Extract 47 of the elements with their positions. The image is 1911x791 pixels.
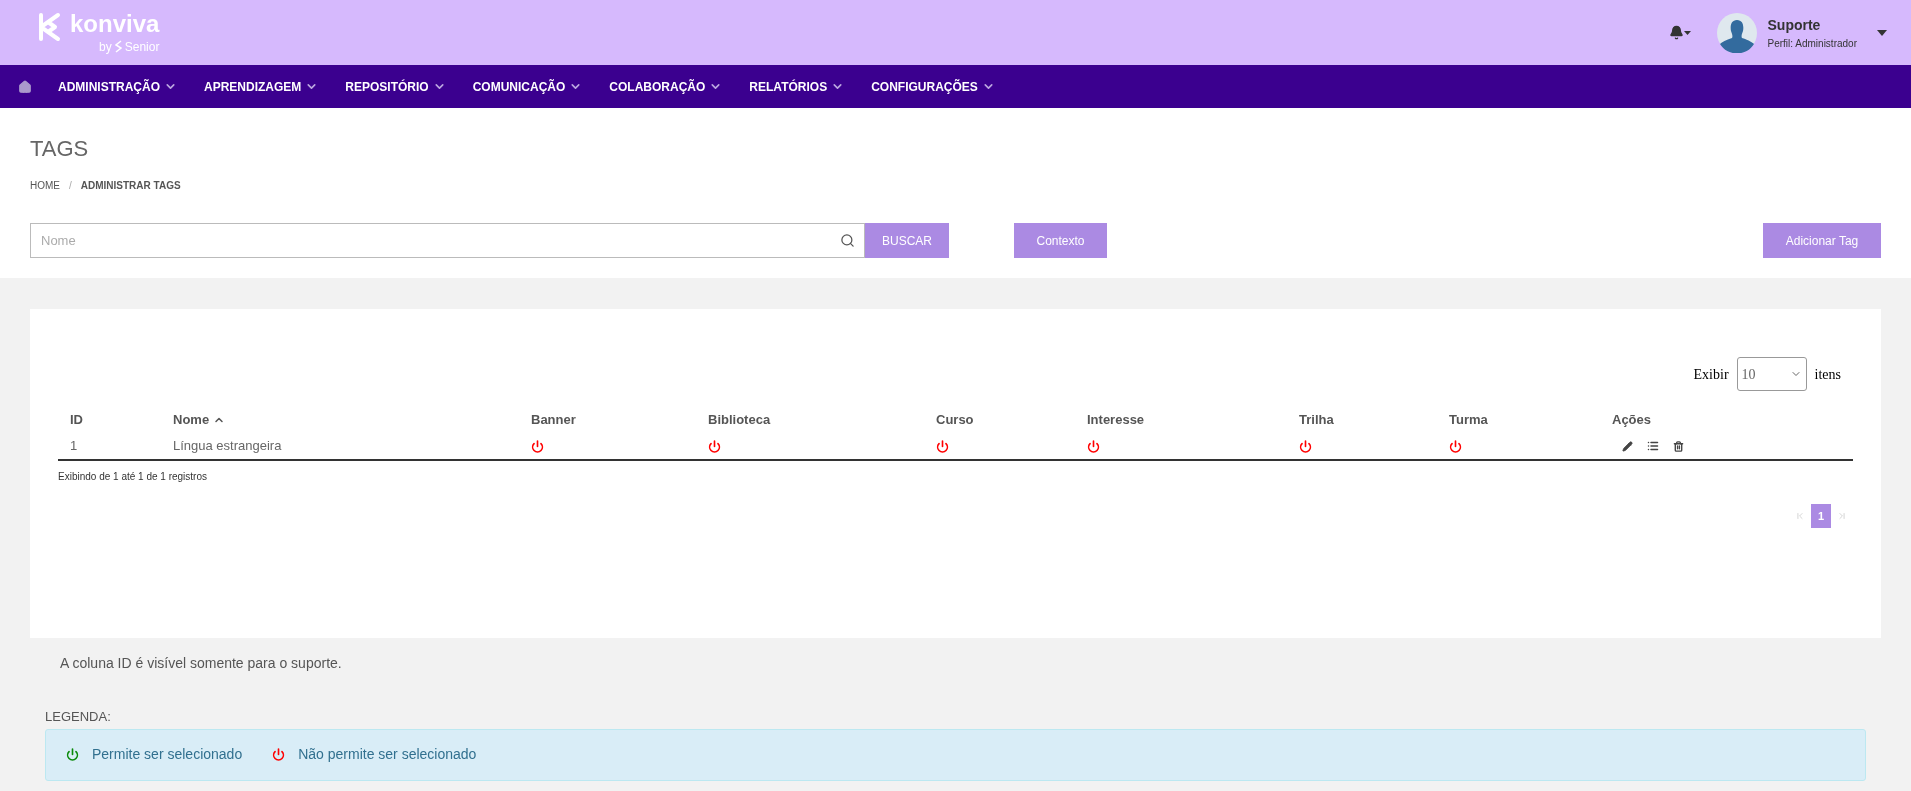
column-header[interactable]: Turma xyxy=(1449,410,1488,430)
avatar-icon[interactable] xyxy=(1716,12,1757,53)
home-icon[interactable] xyxy=(18,79,32,94)
column-header[interactable]: ID xyxy=(70,410,83,430)
nav-menu-item[interactable]: COMUNICAÇÃO xyxy=(472,77,583,96)
breadcrumb-separator: / xyxy=(69,179,72,193)
nav-menu-item[interactable]: APRENDIZAGEM xyxy=(204,77,319,96)
nav-menu-item[interactable]: REPOSITÓRIO xyxy=(345,77,446,96)
breadcrumb-link[interactable]: HOME xyxy=(30,178,60,193)
legend-label: Não permite ser selecionado xyxy=(298,745,477,764)
page-size-label: Exibir xyxy=(1693,365,1729,384)
column-header[interactable]: Banner xyxy=(531,410,576,430)
id-column-note: A coluna ID é visível somente para o suporte. xyxy=(60,654,343,673)
column-header[interactable]: Interesse xyxy=(1087,410,1145,430)
column-header[interactable]: Trilha xyxy=(1299,410,1334,430)
search-icon[interactable] xyxy=(840,233,855,248)
logo-by: by xyxy=(99,38,112,56)
page-title: TAGS xyxy=(30,135,90,163)
nav-menu-item[interactable]: CONFIGURAÇÕES xyxy=(871,77,995,96)
legend-label: Permite ser selecionado xyxy=(92,745,243,764)
column-header[interactable]: Nome xyxy=(173,410,226,430)
nav-menu-item[interactable]: RELATÓRIOS xyxy=(749,77,845,96)
column-header[interactable]: Ações xyxy=(1612,410,1652,430)
caret-icon[interactable] xyxy=(1683,30,1691,35)
column-header[interactable]: Biblioteca xyxy=(708,410,771,430)
breadcrumb-current: ADMINISTRAR TAGS xyxy=(80,179,181,193)
nav-menu-item[interactable]: ADMINISTRAÇÃO xyxy=(58,77,177,96)
caret-icon[interactable] xyxy=(1877,29,1887,36)
s-mark-icon xyxy=(114,40,122,53)
notifications-button[interactable] xyxy=(1668,25,1691,40)
page-size-suffix: itens xyxy=(1814,365,1841,384)
search-field[interactable]: Nome xyxy=(30,223,865,258)
user-name: Suporte xyxy=(1767,15,1822,35)
legend-title: LEGENDA: xyxy=(45,708,112,726)
user-profile: Perfil: Administrador xyxy=(1767,36,1857,51)
list-icon[interactable] xyxy=(1647,440,1659,452)
logo-company: Senior xyxy=(124,38,160,56)
trash-icon[interactable] xyxy=(1673,440,1684,452)
logo-text: konviva xyxy=(70,9,160,38)
nav-menu-item[interactable]: COLABORAÇÃO xyxy=(609,77,723,96)
page-size-select[interactable]: 10 xyxy=(1736,357,1807,391)
edit-icon[interactable] xyxy=(1622,440,1633,452)
table-cell: Língua estrangeira xyxy=(173,438,282,454)
column-header[interactable]: Curso xyxy=(936,410,974,430)
bell-icon[interactable] xyxy=(1668,25,1684,40)
table-cell: 1 xyxy=(70,438,78,454)
table-info: Exibindo de 1 até 1 de 1 registros xyxy=(58,470,208,484)
